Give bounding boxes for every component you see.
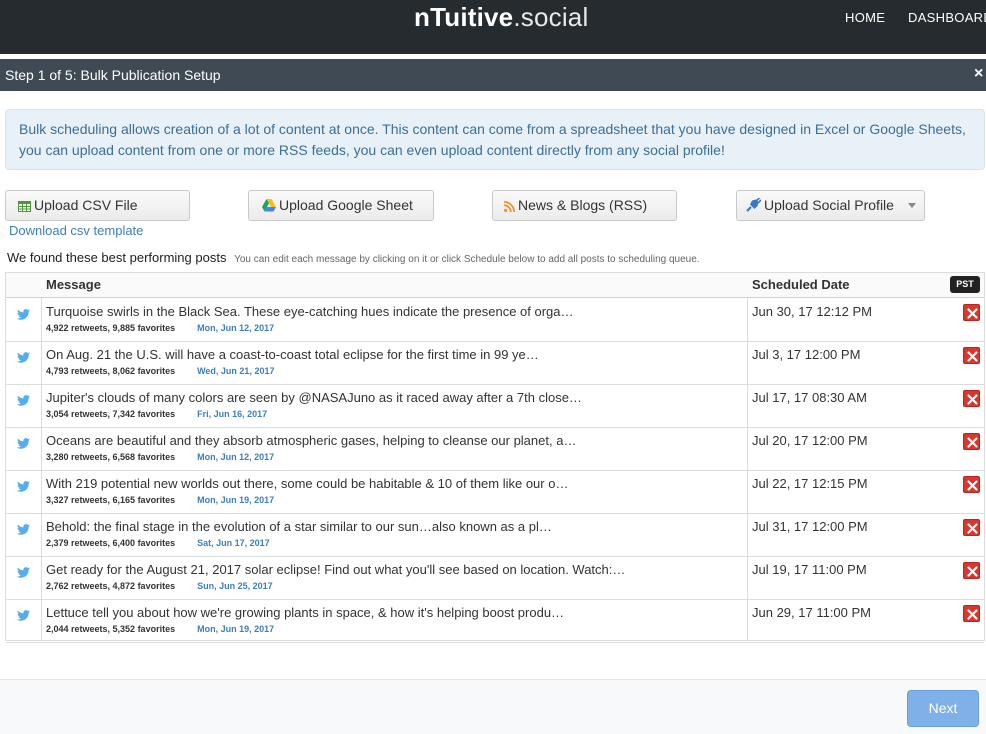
next-button[interactable]: Next <box>907 690 979 727</box>
post-message[interactable]: Jupiter's clouds of many colors are seen… <box>46 390 582 405</box>
post-message[interactable]: Get ready for the August 21, 2017 solar … <box>46 562 625 577</box>
nav-home-link[interactable]: HOME <box>845 10 885 25</box>
post-meta: 3,054 retweets, 7,342 favorites Fri, Jun … <box>46 409 267 419</box>
brand-name-bold: nTuitive <box>414 2 514 32</box>
upload-csv-button[interactable]: Upload CSV File <box>5 190 190 221</box>
scheduled-date[interactable]: Jun 30, 17 12:12 PM <box>752 304 872 319</box>
upload-google-sheet-button[interactable]: Upload Google Sheet <box>248 190 434 221</box>
scheduled-date[interactable]: Jun 29, 17 11:00 PM <box>752 605 871 620</box>
post-stats: 2,379 retweets, 6,400 favorites <box>46 538 176 548</box>
delete-x-icon[interactable] <box>963 476 980 493</box>
twitter-bird-icon <box>17 608 30 626</box>
post-stats: 2,044 retweets, 5,352 favorites <box>46 624 176 634</box>
delete-x-icon[interactable] <box>963 304 980 321</box>
scheduled-date[interactable]: Jul 17, 17 08:30 AM <box>752 390 867 405</box>
table-row[interactable]: Lettuce tell you about how we're growing… <box>6 600 984 643</box>
delete-x-icon[interactable] <box>963 347 980 364</box>
rss-icon <box>503 199 515 215</box>
post-stats: 4,922 retweets, 9,885 favorites <box>46 323 176 333</box>
download-csv-template-link[interactable]: Download csv template <box>9 223 143 238</box>
twitter-bird-icon <box>17 350 30 368</box>
delete-x-icon[interactable] <box>963 605 980 622</box>
table-row[interactable]: Jupiter's clouds of many colors are seen… <box>6 385 984 428</box>
post-meta: 2,044 retweets, 5,352 favorites Mon, Jun … <box>46 624 274 634</box>
brand-name-light: .social <box>513 2 589 32</box>
delete-x-icon[interactable] <box>963 519 980 536</box>
table-icon <box>18 199 31 215</box>
chevron-down-icon <box>908 203 916 208</box>
post-stats: 3,280 retweets, 6,568 favorites <box>46 452 176 462</box>
post-date: Fri, Jun 16, 2017 <box>197 409 268 419</box>
post-meta: 3,280 retweets, 6,568 favorites Mon, Jun … <box>46 452 274 462</box>
upload-google-sheet-label: Upload Google Sheet <box>279 197 413 213</box>
post-date: Sun, Jun 25, 2017 <box>197 581 273 591</box>
nav-dashboard-link[interactable]: DASHBOARD <box>908 10 986 25</box>
table-row[interactable]: Turquoise swirls in the Black Sea. These… <box>6 299 984 342</box>
results-heading: We found these best performing posts You… <box>7 250 700 265</box>
info-alert: Bulk scheduling allows creation of a lot… <box>5 109 985 170</box>
news-blogs-rss-label: News & Blogs (RSS) <box>518 197 648 213</box>
modal-footer: Next <box>0 680 986 734</box>
scheduled-date[interactable]: Jul 3, 17 12:00 PM <box>752 347 860 362</box>
modal-title: Step 1 of 5: Bulk Publication Setup <box>5 67 221 83</box>
post-meta: 2,379 retweets, 6,400 favorites Sat, Jun … <box>46 538 270 548</box>
post-date: Mon, Jun 12, 2017 <box>197 323 275 333</box>
post-message[interactable]: Turquoise swirls in the Black Sea. These… <box>46 304 574 319</box>
scheduled-date[interactable]: Jul 22, 17 12:15 PM <box>752 476 868 491</box>
timezone-badge[interactable]: PST <box>950 276 980 293</box>
table-row[interactable]: On Aug. 21 the U.S. will have a coast-to… <box>6 342 984 385</box>
table-row[interactable]: Oceans are beautiful and they absorb atm… <box>6 428 984 471</box>
table-header: Message Scheduled Date PST <box>6 273 984 298</box>
posts-table: Message Scheduled Date PST Turquoise swi… <box>5 272 985 643</box>
post-message[interactable]: With 219 potential new worlds out there,… <box>46 476 568 491</box>
post-message[interactable]: Oceans are beautiful and they absorb atm… <box>46 433 576 448</box>
twitter-bird-icon <box>17 522 30 540</box>
delete-x-icon[interactable] <box>963 562 980 579</box>
modal-header: Step 1 of 5: Bulk Publication Setup × <box>0 59 986 91</box>
post-date: Sat, Jun 17, 2017 <box>197 538 270 548</box>
scheduled-date[interactable]: Jul 19, 17 11:00 PM <box>752 562 867 577</box>
post-meta: 3,327 retweets, 6,165 favorites Mon, Jun … <box>46 495 274 505</box>
modal-body: Bulk scheduling allows creation of a lot… <box>0 91 986 681</box>
scheduled-date[interactable]: Jul 20, 17 12:00 PM <box>752 433 868 448</box>
table-row[interactable]: With 219 potential new worlds out there,… <box>6 471 984 514</box>
twitter-bird-icon <box>17 436 30 454</box>
post-message[interactable]: Behold: the final stage in the evolution… <box>46 519 552 534</box>
post-stats: 3,054 retweets, 7,342 favorites <box>46 409 176 419</box>
post-stats: 2,762 retweets, 4,872 favorites <box>46 581 176 591</box>
column-header-scheduled-date: Scheduled Date <box>752 277 850 292</box>
plug-icon <box>746 197 762 215</box>
table-row[interactable]: Behold: the final stage in the evolution… <box>6 514 984 557</box>
news-blogs-rss-button[interactable]: News & Blogs (RSS) <box>492 190 677 221</box>
scheduled-date[interactable]: Jul 31, 17 12:00 PM <box>752 519 868 534</box>
post-meta: 2,762 retweets, 4,872 favorites Sun, Jun … <box>46 581 273 591</box>
upload-social-profile-button[interactable]: Upload Social Profile <box>736 190 925 221</box>
delete-x-icon[interactable] <box>963 433 980 450</box>
brand-logo[interactable]: nTuitive.social <box>414 2 588 33</box>
upload-social-profile-label: Upload Social Profile <box>764 197 894 213</box>
upload-csv-label: Upload CSV File <box>34 197 138 213</box>
close-icon[interactable]: × <box>974 65 983 83</box>
twitter-bird-icon <box>17 565 30 583</box>
post-date: Mon, Jun 12, 2017 <box>197 452 275 462</box>
post-date: Wed, Jun 21, 2017 <box>197 366 275 376</box>
post-message[interactable]: Lettuce tell you about how we're growing… <box>46 605 564 620</box>
post-date: Mon, Jun 19, 2017 <box>197 624 275 634</box>
post-meta: 4,793 retweets, 8,062 favorites Wed, Jun … <box>46 366 274 376</box>
post-stats: 3,327 retweets, 6,165 favorites <box>46 495 176 505</box>
post-date: Mon, Jun 19, 2017 <box>197 495 275 505</box>
delete-x-icon[interactable] <box>963 390 980 407</box>
twitter-bird-icon <box>17 479 30 497</box>
results-hint: You can edit each message by clicking on… <box>234 254 700 265</box>
top-nav-bar: nTuitive.social HOME DASHBOARD <box>0 0 986 54</box>
post-meta: 4,922 retweets, 9,885 favorites Mon, Jun … <box>46 323 274 333</box>
twitter-bird-icon <box>17 393 30 411</box>
post-message[interactable]: On Aug. 21 the U.S. will have a coast-to… <box>46 347 539 362</box>
table-row[interactable]: Get ready for the August 21, 2017 solar … <box>6 557 984 600</box>
post-stats: 4,793 retweets, 8,062 favorites <box>46 366 176 376</box>
results-title: We found these best performing posts <box>7 250 227 265</box>
column-header-message: Message <box>46 277 101 292</box>
google-drive-icon <box>262 199 276 215</box>
twitter-bird-icon <box>17 307 30 325</box>
